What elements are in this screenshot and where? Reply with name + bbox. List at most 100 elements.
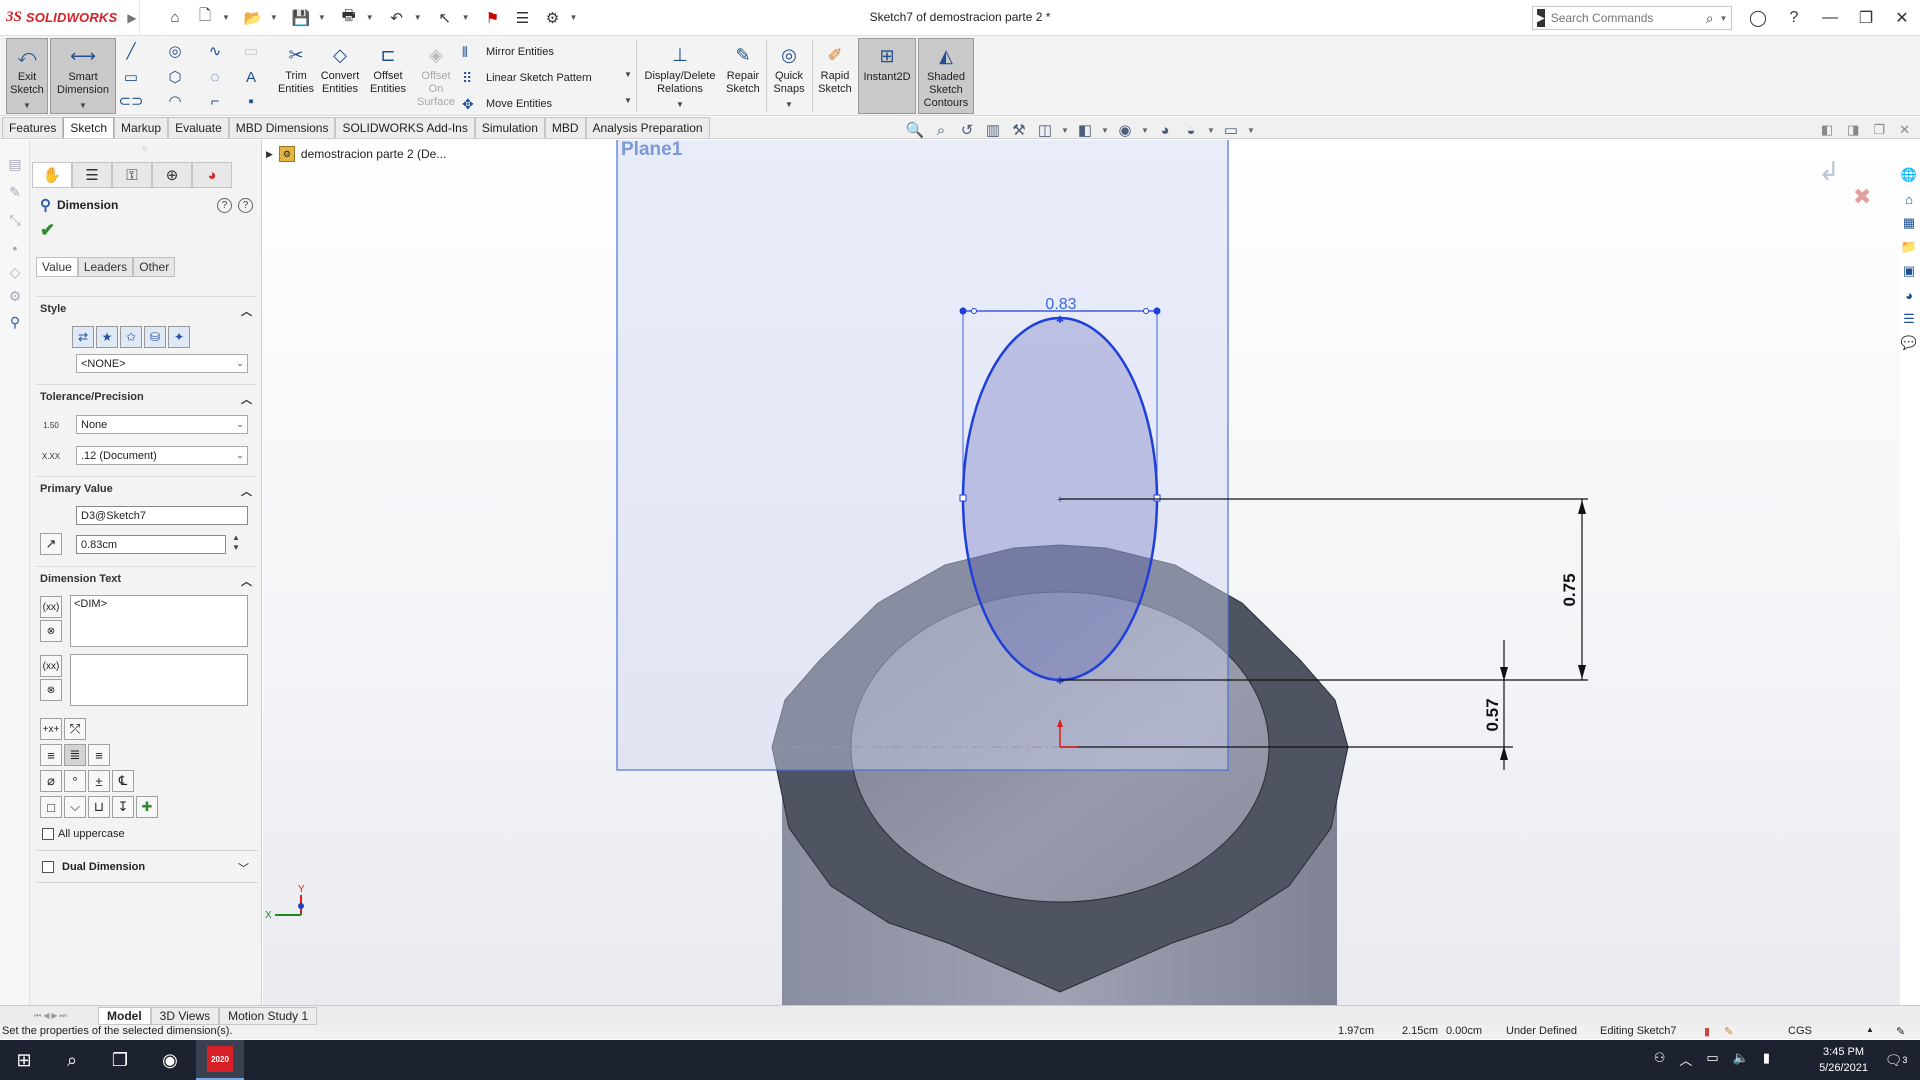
- add-parentheses-below-icon[interactable]: (xx): [40, 655, 62, 677]
- ok-check-icon[interactable]: ✔: [40, 220, 55, 241]
- dynamic-annotation-icon[interactable]: ⚒: [1009, 121, 1029, 139]
- dim-width-value[interactable]: 0.83: [1045, 296, 1076, 313]
- last-tab-icon[interactable]: ⏭: [60, 1011, 67, 1021]
- dimension-icon[interactable]: ⚲: [6, 314, 24, 332]
- customize-status-icon[interactable]: ✎: [1896, 1025, 1905, 1038]
- property-manager-tab-icon[interactable]: ✋: [32, 162, 72, 188]
- scene-dropdown-icon[interactable]: ▼: [1207, 126, 1215, 135]
- tab-other[interactable]: Other: [133, 257, 176, 277]
- delete-style-icon[interactable]: ✩: [120, 326, 142, 348]
- solidworks-logo[interactable]: 3S SOLIDWORKS ▶: [0, 0, 140, 36]
- expand-icon[interactable]: ▶: [266, 149, 273, 160]
- ellipse-right-point[interactable]: [1153, 494, 1161, 502]
- file-properties-icon[interactable]: ☰: [510, 5, 536, 31]
- dimension-text-below[interactable]: [70, 654, 248, 706]
- search-input[interactable]: [1544, 11, 1706, 25]
- hide-show-items-icon[interactable]: ◉: [1115, 121, 1135, 139]
- rebuild-icon[interactable]: ⚑: [480, 5, 506, 31]
- all-uppercase-checkbox[interactable]: [42, 828, 54, 840]
- feature-manager-tab-icon[interactable]: ☰: [72, 162, 112, 188]
- undo-icon[interactable]: ↶: [384, 5, 410, 31]
- dimension-name-field[interactable]: D3@Sketch7: [76, 506, 248, 525]
- dim-handle-left[interactable]: [959, 307, 967, 315]
- align-left-icon[interactable]: ≡: [40, 744, 62, 766]
- view-orientation-icon[interactable]: ◫: [1035, 121, 1055, 139]
- help-icon[interactable]: ?: [238, 198, 253, 213]
- viewport-tile-right-icon[interactable]: ◨: [1847, 122, 1859, 138]
- file-explorer-icon[interactable]: 📁: [1900, 238, 1918, 256]
- volume-icon[interactable]: 🔈: [1733, 1050, 1749, 1069]
- tab-solidworks-addins[interactable]: SOLIDWORKS Add-Ins: [335, 117, 475, 138]
- battery-icon[interactable]: ▮: [1763, 1050, 1770, 1069]
- viewport-close-icon[interactable]: ✕: [1899, 122, 1910, 138]
- print-dropdown-icon[interactable]: ▼: [366, 13, 374, 22]
- depth-symbol-icon[interactable]: ↧: [112, 796, 134, 818]
- convert-entities-button[interactable]: ◇ Convert Entities: [318, 38, 362, 114]
- cancel-sketch-corner-icon[interactable]: ✖: [1853, 184, 1871, 209]
- dim-075-value[interactable]: 0.75: [1560, 573, 1579, 606]
- relations-dropdown-icon[interactable]: ▼: [676, 98, 684, 111]
- search-dropdown-icon[interactable]: ▼: [1720, 14, 1728, 23]
- home-icon[interactable]: ⌂: [1900, 190, 1918, 208]
- move-entities-button[interactable]: ✥ Move Entities: [462, 93, 552, 115]
- apply-scene-icon[interactable]: ◒: [1181, 122, 1201, 139]
- style-select[interactable]: <NONE> ⌄: [76, 354, 248, 373]
- counterbore-symbol-icon[interactable]: ⊔: [88, 796, 110, 818]
- all-uppercase-row[interactable]: All uppercase: [42, 828, 125, 840]
- viewport-tile-left-icon[interactable]: ◧: [1821, 122, 1833, 138]
- dual-dimension-checkbox[interactable]: [42, 861, 54, 873]
- search-icon[interactable]: ⌕: [1706, 10, 1714, 27]
- shaded-sketch-contours-button[interactable]: ◭ Shaded Sketch Contours: [918, 38, 974, 114]
- diameter-symbol-icon[interactable]: ⌀: [40, 770, 62, 792]
- dual-dimension-row[interactable]: Dual Dimension: [42, 861, 145, 873]
- collapse-icon[interactable]: ︿: [241, 483, 252, 499]
- dim-handle-right[interactable]: [1153, 307, 1161, 315]
- ellipse-center-point[interactable]: +: [1057, 494, 1063, 506]
- view-settings-dropdown-icon[interactable]: ▼: [1247, 126, 1255, 135]
- fillet-icon[interactable]: ◌: [204, 66, 226, 88]
- rebuild-status-icon[interactable]: ▮: [1704, 1025, 1710, 1038]
- print-icon[interactable]: 🖶: [336, 5, 362, 31]
- save-style-icon[interactable]: ⛁: [144, 326, 166, 348]
- task-view-icon[interactable]: ❐: [96, 1040, 144, 1080]
- part-name[interactable]: demostracion parte 2 (De...: [301, 147, 446, 161]
- tab-analysis-preparation[interactable]: Analysis Preparation: [585, 117, 710, 138]
- clock[interactable]: 3:45 PM 5/26/2021: [1819, 1044, 1868, 1076]
- plane-icon[interactable]: ◇: [6, 264, 24, 282]
- hide-show-dropdown-icon[interactable]: ▼: [1141, 126, 1149, 135]
- smart-dimension-dropdown-icon[interactable]: ▼: [79, 99, 87, 112]
- pattern-dropdown-icon[interactable]: ▼: [624, 70, 632, 79]
- next-tab-icon[interactable]: ▶: [51, 1011, 57, 1021]
- exit-sketch-corner-icon[interactable]: ↲: [1818, 156, 1840, 186]
- spline-icon[interactable]: ∿: [204, 40, 226, 62]
- rectangle-icon[interactable]: ▭: [120, 66, 142, 88]
- square-symbol-icon[interactable]: □: [40, 796, 62, 818]
- linear-sketch-pattern-button[interactable]: ⠿ Linear Sketch Pattern: [462, 67, 592, 89]
- dim-057-value[interactable]: 0.57: [1483, 698, 1502, 731]
- tab-features[interactable]: Features: [2, 117, 64, 138]
- repair-sketch-button[interactable]: ✎ Repair Sketch: [724, 38, 762, 114]
- panel-grip-icon[interactable]: ○: [142, 144, 147, 153]
- dimxpert-manager-tab-icon[interactable]: ⊕: [152, 162, 192, 188]
- arc-icon[interactable]: ◠: [164, 90, 186, 112]
- solidworks-resources-icon[interactable]: 🌐: [1900, 166, 1918, 184]
- feature-tree-icon[interactable]: ▤: [6, 156, 24, 174]
- tab-evaluate[interactable]: Evaluate: [168, 117, 229, 138]
- precision-select[interactable]: .12 (Document) ⌄: [76, 446, 248, 465]
- reverse-direction-icon[interactable]: ↗: [40, 533, 62, 555]
- status-units[interactable]: CGS: [1788, 1025, 1812, 1037]
- value-spinner-icon[interactable]: ▲ ▼: [232, 533, 240, 553]
- ellipse-bottom-point[interactable]: ✱: [1056, 676, 1064, 687]
- open-icon[interactable]: 📂: [240, 5, 266, 31]
- tab-scroll-controls[interactable]: ⏮ ◀ ▶ ⏭: [34, 1011, 98, 1021]
- instant2d-button[interactable]: ⊞ Instant2D: [858, 38, 916, 114]
- appearances-icon[interactable]: ◕: [1900, 286, 1918, 304]
- offset-entities-button[interactable]: ⊏ Offset Entities: [366, 38, 410, 114]
- origin-icon[interactable]: ⤡: [6, 212, 24, 230]
- network-icon[interactable]: ▭: [1706, 1050, 1718, 1069]
- exit-dropdown-icon[interactable]: ▼: [23, 99, 31, 112]
- inspection-dimension-icon[interactable]: ⊗: [40, 620, 62, 642]
- custom-properties-icon[interactable]: ☰: [1900, 310, 1918, 328]
- windows-start-icon[interactable]: ⊞: [0, 1040, 48, 1080]
- viewport-restore-icon[interactable]: ❐: [1873, 122, 1885, 138]
